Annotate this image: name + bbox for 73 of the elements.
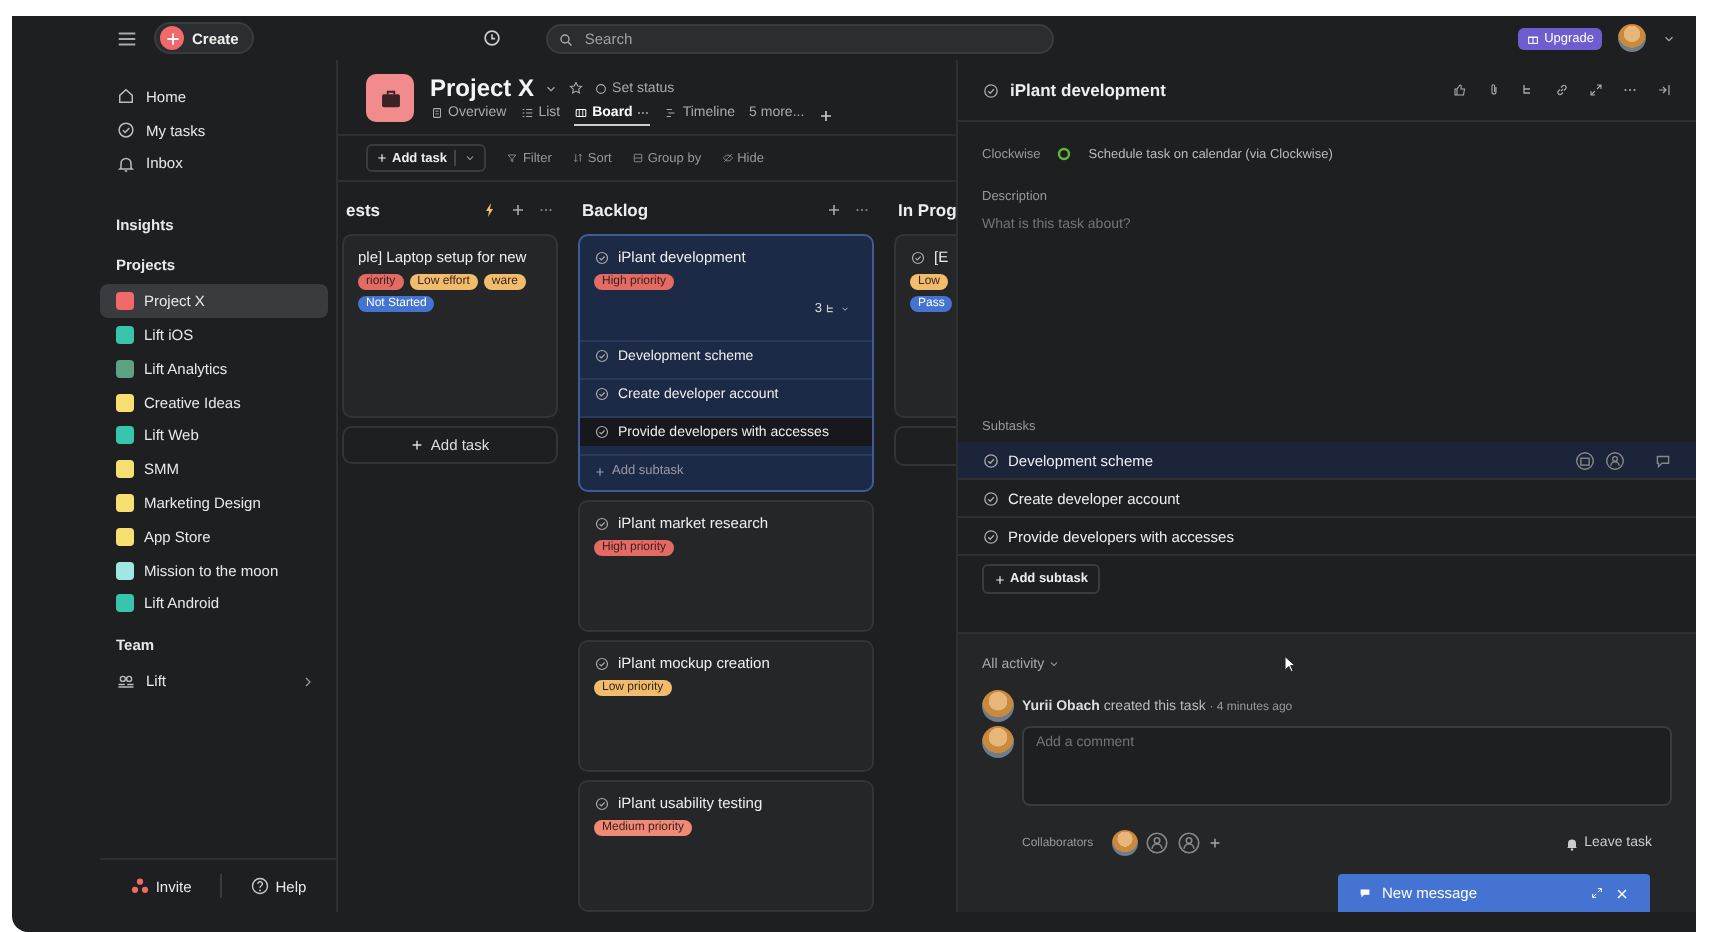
avatar xyxy=(982,690,1014,722)
plus-icon xyxy=(594,465,606,477)
circle-icon xyxy=(594,81,609,95)
close-icon[interactable] xyxy=(1614,885,1630,901)
plus-icon[interactable] xyxy=(826,202,842,218)
check-icon xyxy=(982,489,1000,507)
doc-icon xyxy=(430,106,444,120)
search-icon xyxy=(558,31,575,47)
column-title: In Prog xyxy=(898,200,956,220)
caret-icon xyxy=(464,152,477,164)
expand-icon[interactable] xyxy=(1588,82,1604,98)
plus-icon[interactable] xyxy=(510,202,526,218)
plus-icon xyxy=(994,573,1006,585)
filter-icon xyxy=(506,152,519,164)
calendar-icon[interactable] xyxy=(1574,449,1596,471)
plus-icon xyxy=(410,438,425,452)
column-title: ests xyxy=(346,200,383,220)
plus-icon xyxy=(376,152,388,164)
avatar xyxy=(982,726,1014,758)
plus-icon[interactable] xyxy=(818,108,835,124)
clock-icon[interactable] xyxy=(482,28,503,48)
column-title: Backlog xyxy=(582,200,651,220)
help-icon xyxy=(249,876,270,896)
bell-icon xyxy=(1564,835,1581,851)
chevron-icon xyxy=(300,673,316,690)
timeline-icon xyxy=(664,106,679,120)
caret-icon[interactable] xyxy=(544,81,559,95)
briefcase-icon xyxy=(377,85,403,111)
link-icon[interactable] xyxy=(1554,82,1570,98)
comment-icon[interactable] xyxy=(1654,451,1672,469)
check-icon[interactable] xyxy=(594,515,610,531)
check-icon[interactable] xyxy=(594,655,610,671)
check-icon xyxy=(594,348,610,364)
check-icon[interactable] xyxy=(982,81,1000,99)
check-icon[interactable] xyxy=(910,249,926,265)
people-icon xyxy=(129,876,150,896)
board-icon xyxy=(574,106,589,120)
person-icon[interactable] xyxy=(1175,830,1202,856)
clockwise-icon xyxy=(1056,146,1073,162)
list-icon xyxy=(520,106,535,120)
caret-icon xyxy=(840,304,850,314)
lightning-icon[interactable] xyxy=(482,202,498,218)
check-icon xyxy=(982,451,1000,469)
chat-icon xyxy=(1358,886,1372,900)
check-icon xyxy=(594,424,610,440)
plus-icon xyxy=(163,29,181,47)
avatar xyxy=(1618,24,1646,52)
check-icon[interactable] xyxy=(594,249,610,265)
person-icon[interactable] xyxy=(1143,830,1170,856)
close-panel-icon[interactable] xyxy=(1656,82,1672,98)
task-title: iPlant development xyxy=(1010,80,1166,100)
bell-icon xyxy=(116,153,136,174)
check-icon xyxy=(594,386,610,402)
home-icon xyxy=(116,86,136,107)
star-icon[interactable] xyxy=(568,80,585,96)
avatar xyxy=(1111,830,1138,856)
check-icon[interactable] xyxy=(594,795,610,811)
assignee-icon[interactable] xyxy=(1604,449,1626,471)
caret-icon[interactable] xyxy=(1662,31,1676,45)
sort-icon xyxy=(571,152,584,164)
hide-icon xyxy=(721,152,734,164)
plus-icon[interactable] xyxy=(1207,836,1222,850)
menu-icon[interactable] xyxy=(116,27,138,49)
people-icon xyxy=(116,671,136,692)
group-icon xyxy=(631,152,644,164)
caret-icon xyxy=(1048,658,1061,670)
subtask-icon[interactable] xyxy=(1520,82,1536,98)
like-icon[interactable] xyxy=(1452,82,1468,98)
check-icon xyxy=(116,120,136,141)
project-name: Project X xyxy=(430,74,535,102)
subtask-icon xyxy=(824,302,838,316)
check-icon xyxy=(982,527,1000,545)
attachment-icon[interactable] xyxy=(1486,82,1502,98)
